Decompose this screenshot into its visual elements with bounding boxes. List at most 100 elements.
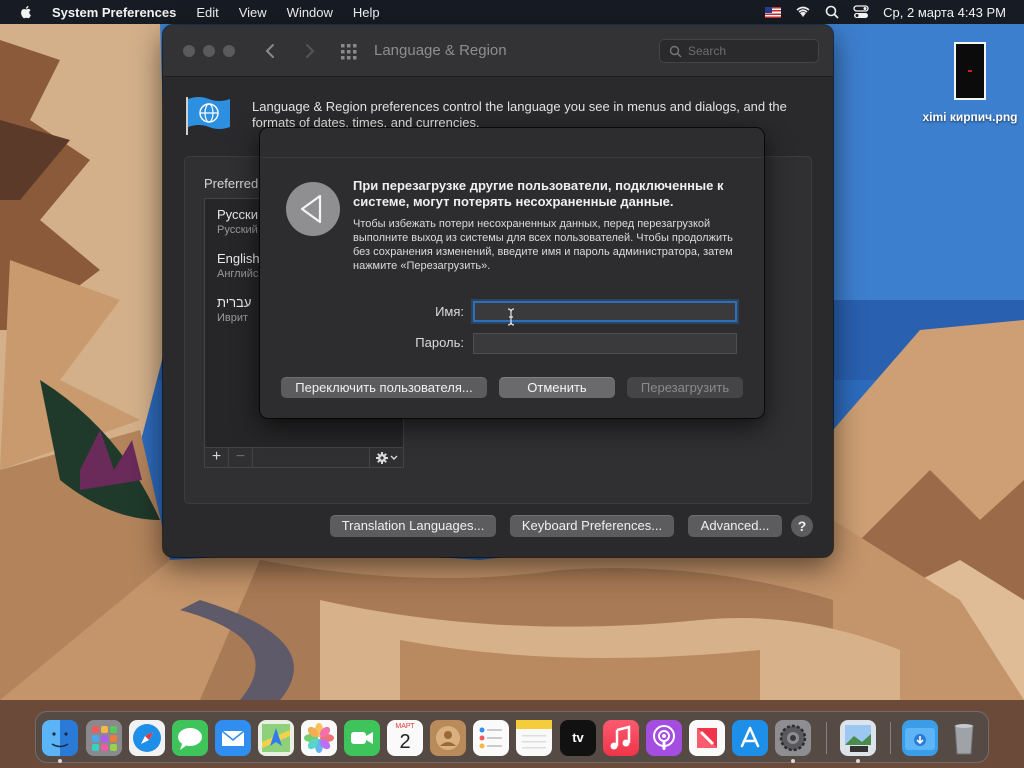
reminders-icon[interactable] [473,720,509,756]
search-box[interactable] [659,39,819,63]
finder-face-icon [51,732,69,748]
globe-flag-icon [186,97,230,135]
password-field-label: Пароль: [415,335,464,350]
language-name: עברית [217,295,252,310]
podcast-mic-icon [653,725,675,750]
translation-languages-button[interactable]: Translation Languages... [330,515,496,537]
remove-language-button[interactable]: − [229,448,253,467]
calendar-icon[interactable]: МАРТ 2 [387,720,423,756]
text-cursor-icon [507,308,515,326]
apple-logo-icon[interactable] [18,4,34,20]
menubar-clock[interactable]: Ср, 2 марта 4:43 PM [883,5,1006,20]
apple-tv-icon[interactable]: tv [560,720,596,756]
maps-icon[interactable] [258,720,294,756]
zoom-window-button[interactable] [223,45,235,57]
chevron-left-icon[interactable] [261,41,281,61]
action-menu-button[interactable] [369,448,403,467]
input-source-flag-icon[interactable] [765,6,782,18]
calendar-month: МАРТ [395,723,415,730]
music-icon[interactable] [603,720,639,756]
contacts-icon[interactable] [430,720,466,756]
dock: МАРТ 2 tv [35,711,989,763]
list-item[interactable]: English Английс [217,251,260,280]
list-item[interactable]: עברית Иврит [217,295,251,324]
compass-icon [133,724,161,752]
menu-view[interactable]: View [239,5,267,20]
back-arrow-icon [286,182,340,236]
name-field-label: Имя: [435,304,464,319]
news-icon[interactable] [689,720,725,756]
language-subtitle: Английс [217,268,259,280]
download-arrow-icon [905,728,935,750]
music-note-icon [610,725,631,750]
add-language-button[interactable]: + [205,448,229,467]
window-titlebar: Language & Region [163,25,833,77]
app-menu-system-preferences[interactable]: System Preferences [52,5,176,20]
minimize-window-button[interactable] [203,45,215,57]
dialog-title: При перезагрузке другие пользователи, по… [353,178,724,209]
preferred-languages-label: Preferred [204,176,259,191]
list-item[interactable]: Русски Русский [217,207,258,236]
restart-button[interactable]: Перезагрузить [627,377,743,398]
launchpad-icon[interactable] [86,720,122,756]
preview-icon[interactable] [840,720,876,756]
notes-icon[interactable] [516,720,552,756]
wifi-icon[interactable] [795,5,811,19]
spotlight-search-icon[interactable] [825,5,839,19]
chevron-right-icon[interactable] [299,41,319,61]
system-preferences-icon[interactable] [775,720,811,756]
launchpad-grid-icon [92,726,117,751]
keyboard-preferences-button[interactable]: Keyboard Preferences... [510,515,674,537]
photo-preview-icon [845,725,871,752]
trash-icon[interactable] [946,720,982,756]
menu-help[interactable]: Help [353,5,380,20]
window-title: Language & Region [374,42,507,59]
photos-icon[interactable] [301,720,337,756]
menu-edit[interactable]: Edit [196,5,218,20]
podcasts-icon[interactable] [646,720,682,756]
mail-icon[interactable] [215,720,251,756]
dock-separator [826,722,827,754]
preview-running-indicator [856,759,860,763]
gear-icon [779,724,807,752]
messages-icon[interactable] [172,720,208,756]
switch-user-button[interactable]: Переключить пользователя... [281,377,487,398]
advanced-button[interactable]: Advanced... [688,515,782,537]
facetime-icon[interactable] [344,720,380,756]
control-center-icon[interactable] [853,5,869,19]
language-list-toolbar: + − [204,448,404,468]
cancel-button[interactable]: Отменить [499,377,615,398]
menu-window[interactable]: Window [287,5,333,20]
close-window-button[interactable] [183,45,195,57]
video-camera-icon [351,732,373,744]
dialog-message: Чтобы избежать потери несохраненных данн… [353,218,733,272]
language-name: Русски [217,207,258,222]
language-subtitle: Русский [217,224,258,236]
image-file-thumbnail [954,42,986,100]
language-name: English [217,251,260,266]
password-input[interactable] [473,333,737,354]
search-icon [669,45,682,58]
downloads-folder-icon[interactable] [902,720,938,756]
map-arrow-icon [262,724,290,752]
restart-auth-dialog: При перезагрузке другие пользователи, по… [260,128,764,418]
speech-bubble-icon [178,728,202,750]
app-store-icon[interactable] [732,720,768,756]
checklist-icon [479,727,502,749]
show-all-grid-icon[interactable] [340,43,358,61]
gear-icon [375,451,397,464]
news-n-icon [697,728,717,748]
person-icon [436,726,460,750]
desktop-file-icon[interactable]: ximi кирпич.png [912,42,1024,124]
calendar-day: 2 [399,731,411,753]
search-input[interactable] [688,43,812,59]
pane-description: Language & Region preferences control th… [252,99,787,130]
help-button[interactable]: ? [791,515,813,537]
finder-running-indicator [58,759,62,763]
apple-tv-label: tv [572,730,584,745]
envelope-icon [221,730,245,746]
dialog-top-strip [260,128,764,158]
menu-bar: System Preferences Edit View Window Help… [0,0,1024,24]
finder-icon[interactable] [42,720,78,756]
safari-icon[interactable] [129,720,165,756]
